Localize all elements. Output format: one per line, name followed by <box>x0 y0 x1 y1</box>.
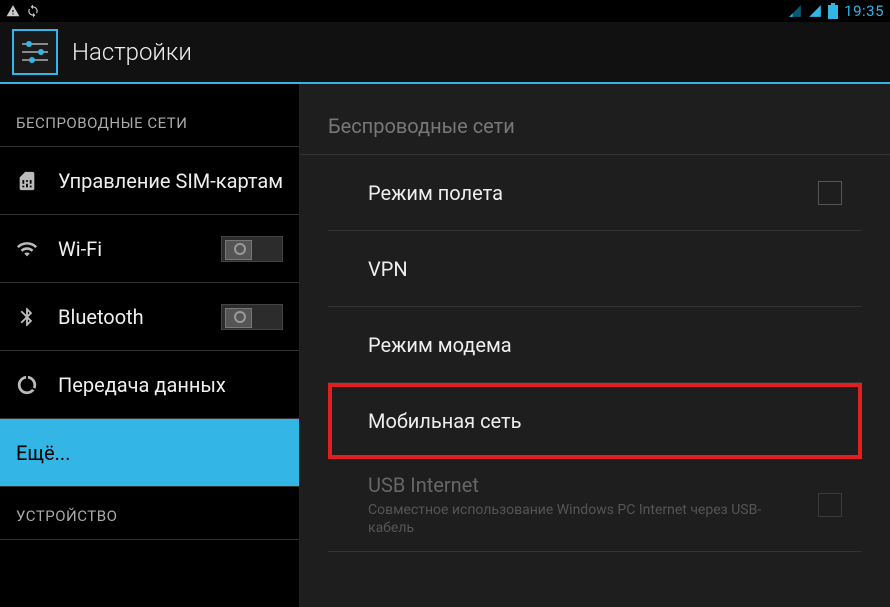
usb-checkbox <box>818 493 842 517</box>
setting-vpn[interactable]: VPN <box>328 231 862 307</box>
setting-label: Мобильная сеть <box>368 409 842 433</box>
setting-sublabel: Совместное использование Windows PC Inte… <box>368 501 806 537</box>
sidebar-category-wireless: БЕСПРОВОДНЫЕ СЕТИ <box>0 84 299 147</box>
page-title: Настройки <box>72 38 192 66</box>
sidebar-item-label: Ещё... <box>16 441 283 465</box>
clock: 19:35 <box>844 2 884 20</box>
status-bar: 19:35 <box>0 0 890 22</box>
setting-label: VPN <box>368 257 842 281</box>
setting-label: USB Internet <box>368 473 806 497</box>
sidebar-item-wifi[interactable]: Wi-Fi <box>0 215 299 283</box>
bluetooth-icon <box>16 306 44 328</box>
sidebar-item-label: Передача данных <box>58 373 283 397</box>
sim-icon <box>16 170 44 192</box>
sidebar-item-data[interactable]: Передача данных <box>0 351 299 419</box>
setting-tethering[interactable]: Режим модема <box>328 307 862 383</box>
wifi-toggle[interactable] <box>221 236 283 262</box>
battery-icon <box>828 3 838 19</box>
signal-full-icon <box>808 4 822 18</box>
bluetooth-toggle[interactable] <box>221 304 283 330</box>
app-header: Настройки <box>0 22 890 84</box>
settings-sidebar: БЕСПРОВОДНЫЕ СЕТИ Управление SIM-картам … <box>0 84 300 607</box>
signal-weak-icon <box>788 4 802 18</box>
sidebar-item-label: Wi-Fi <box>58 237 221 261</box>
warning-icon <box>6 4 20 18</box>
content-pane: Беспроводные сети Режим полета VPN Режим… <box>300 84 890 607</box>
setting-label: Режим полета <box>368 181 806 205</box>
setting-mobile-network[interactable]: Мобильная сеть <box>328 383 862 459</box>
airplane-checkbox[interactable] <box>818 181 842 205</box>
wifi-icon <box>16 238 44 260</box>
status-left <box>6 4 40 18</box>
sidebar-item-bluetooth[interactable]: Bluetooth <box>0 283 299 351</box>
settings-icon[interactable] <box>12 29 58 75</box>
content-header: Беспроводные сети <box>300 84 890 155</box>
data-usage-icon <box>16 374 44 396</box>
setting-airplane-mode[interactable]: Режим полета <box>328 155 862 231</box>
sync-icon <box>26 4 40 18</box>
sidebar-item-sim[interactable]: Управление SIM-картам <box>0 147 299 215</box>
status-right: 19:35 <box>788 2 884 20</box>
content-list: Режим полета VPN Режим модема Мобильная … <box>300 155 890 552</box>
sidebar-item-more[interactable]: Ещё... <box>0 419 299 487</box>
sidebar-item-label: Bluetooth <box>58 305 221 329</box>
sidebar-item-label: Управление SIM-картам <box>58 169 283 193</box>
setting-usb-internet: USB Internet Совместное использование Wi… <box>328 459 862 552</box>
setting-label: Режим модема <box>368 333 842 357</box>
sidebar-category-device: УСТРОЙСТВО <box>0 487 299 540</box>
